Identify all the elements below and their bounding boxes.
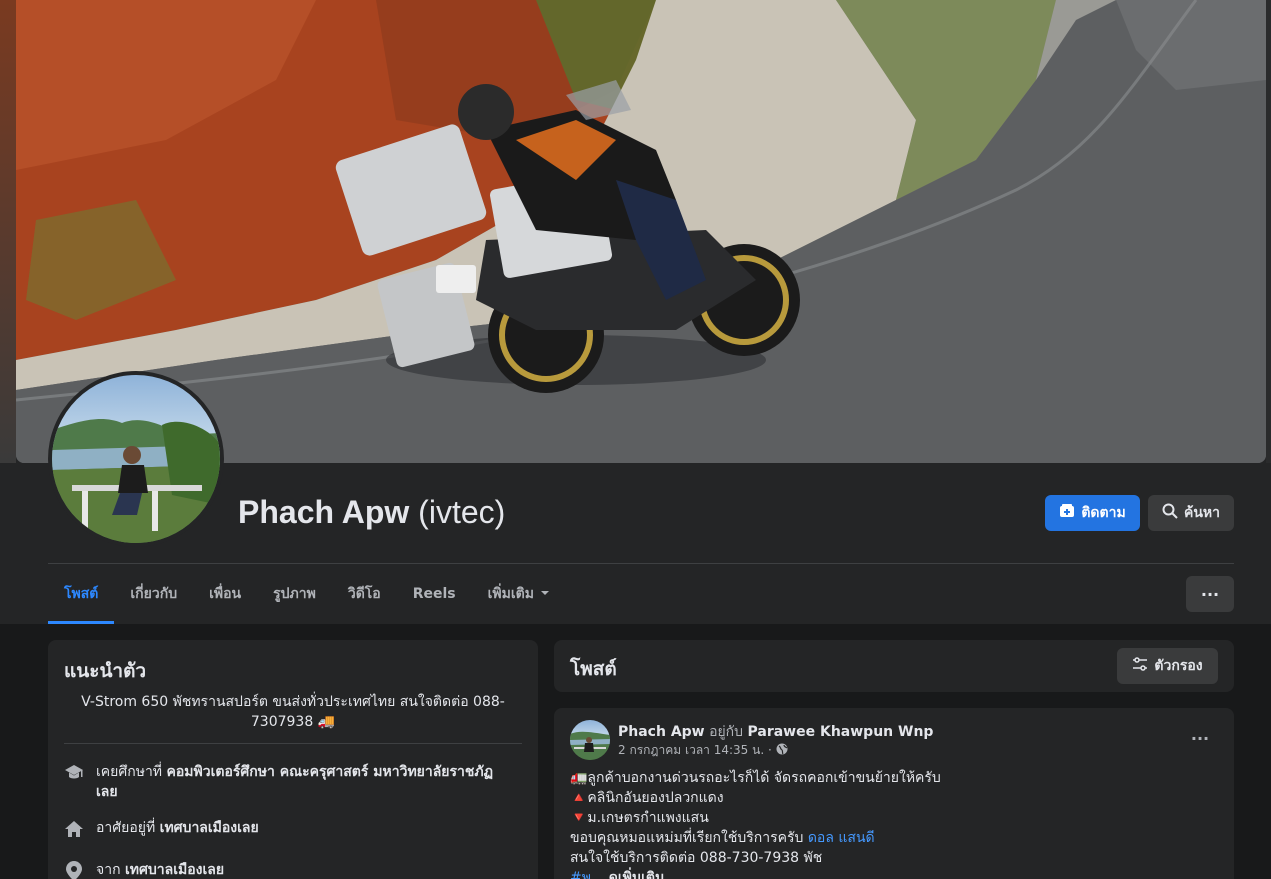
lives-prefix: อาศัยอยู่ที่	[96, 820, 156, 836]
post-author-avatar-image	[570, 731, 610, 760]
post-tagged-person[interactable]: Parawee Khawpun Wnp	[748, 724, 934, 740]
tab-label: โพสต์	[64, 586, 99, 602]
post-hashtag-link[interactable]: #พ...	[570, 870, 604, 879]
sliders-icon	[1132, 657, 1148, 675]
profile-tabs: โพสต์ เกี่ยวกับ เพื่อน รูปภาพ วิดีโอ Ree…	[48, 564, 566, 624]
post-line: 🚛ลูกค้าบอกงานด่วนรถอะไรก็ได้ จัดรถคอกเข้…	[570, 770, 941, 786]
filter-button[interactable]: ตัวกรอง	[1117, 648, 1218, 684]
tab-posts[interactable]: โพสต์	[48, 564, 115, 624]
tab-friends[interactable]: เพื่อน	[193, 564, 257, 624]
cover-photo[interactable]	[16, 0, 1266, 463]
tab-label: เกี่ยวกับ	[130, 586, 178, 602]
post-thanks-text: ขอบคุณหมอแหม่มที่เรียกใช้บริการครับ	[570, 830, 804, 846]
search-button[interactable]: ค้นหา	[1148, 495, 1234, 531]
cover-edge-left	[0, 0, 16, 463]
tab-reels[interactable]: Reels	[397, 564, 472, 624]
posts-header-card: โพสต์ ตัวกรอง	[554, 640, 1234, 692]
graduation-cap-icon	[64, 763, 84, 783]
intro-lives-row: อาศัยอยู่ที่ เทศบาลเมืองเลย	[64, 818, 504, 839]
post-line: 🔺คลินิกอันยองปลวกแดง	[570, 790, 724, 806]
post-timestamp[interactable]: 2 กรกฎาคม เวลา 14:35 น. ·	[618, 741, 772, 760]
cover-photo-illustration	[16, 0, 1266, 463]
search-label: ค้นหา	[1183, 505, 1221, 521]
follow-button[interactable]: ติดตาม	[1045, 495, 1140, 531]
see-more-link[interactable]: ดูเพิ่มเติม	[609, 870, 664, 879]
profile-more-options-button[interactable]: ···	[1186, 576, 1234, 612]
profile-picture[interactable]	[48, 371, 224, 547]
profile-name-alternate: (ivtec)	[418, 494, 506, 530]
profile-name-primary: Phach Apw	[238, 494, 410, 530]
intro-bio: V-Strom 650 พัชทรานสปอร์ต ขนส่งทั่วประเท…	[81, 694, 505, 730]
post-author-name[interactable]: Phach Apw	[618, 724, 705, 740]
tab-more[interactable]: เพิ่มเติม	[472, 564, 566, 624]
follow-label: ติดตาม	[1081, 505, 1126, 521]
profile-page: Phach Apw (ivtec) ติดตาม ค้นหา โพสต์ เกี…	[0, 0, 1271, 879]
post-author-line: Phach Apw อยู่กับ Parawee Khawpun Wnp	[618, 721, 933, 743]
education-prefix: เคยศึกษาที่	[96, 764, 163, 780]
ellipsis-icon: ···	[1200, 584, 1220, 604]
intro-divider	[64, 743, 522, 744]
globe-icon	[776, 743, 788, 758]
post-contact-line: สนใจใช้บริการติดต่อ 088-730-7938 พัช	[570, 850, 823, 866]
cover-edge-right	[1266, 0, 1271, 463]
post-line: 🔻ม.เกษตรกำแพงแสน	[570, 810, 709, 826]
from-link[interactable]: เทศบาลเมืองเลย	[125, 862, 224, 878]
from-prefix: จาก	[96, 862, 121, 878]
tab-about[interactable]: เกี่ยวกับ	[114, 564, 193, 624]
profile-header: Phach Apw (ivtec) ติดตาม ค้นหา โพสต์ เกี…	[0, 0, 1271, 624]
post-card: Phach Apw อยู่กับ Parawee Khawpun Wnp 2 …	[554, 708, 1234, 879]
profile-name: Phach Apw (ivtec)	[238, 494, 505, 531]
search-icon	[1162, 503, 1178, 523]
post-thanks-line: ขอบคุณหมอแหม่มที่เรียกใช้บริการครับ ดอล …	[570, 828, 1210, 848]
home-icon	[64, 819, 84, 839]
post-mention-link[interactable]: ดอล แสนดี	[808, 830, 875, 846]
intro-title: แนะนำตัว	[64, 660, 147, 682]
tab-photos[interactable]: รูปภาพ	[257, 564, 332, 624]
tab-videos[interactable]: วิดีโอ	[332, 564, 397, 624]
profile-picture-image	[52, 419, 220, 543]
post-author-avatar[interactable]	[570, 720, 610, 760]
posts-title: โพสต์	[570, 658, 617, 680]
lives-link[interactable]: เทศบาลเมืองเลย	[160, 820, 259, 836]
post-with-text: อยู่กับ	[709, 724, 744, 740]
location-pin-icon	[64, 861, 84, 879]
intro-card: แนะนำตัว V-Strom 650 พัชทรานสปอร์ต ขนส่ง…	[48, 640, 538, 879]
tab-label: Reels	[412, 586, 456, 602]
filter-label: ตัวกรอง	[1154, 658, 1203, 674]
tab-label: รูปภาพ	[273, 586, 316, 602]
intro-from-row: จาก เทศบาลเมืองเลย	[64, 860, 504, 879]
post-meta: 2 กรกฎาคม เวลา 14:35 น. ·	[618, 741, 788, 760]
follow-icon	[1059, 503, 1075, 523]
ellipsis-icon: ···	[1190, 728, 1210, 748]
intro-education-row: เคยศึกษาที่ คอมพิวเตอร์ศึกษา คณะครุศาสตร…	[64, 762, 504, 802]
caret-down-icon	[540, 586, 550, 602]
post-options-button[interactable]: ···	[1182, 722, 1218, 754]
tab-label: เพิ่มเติม	[487, 586, 534, 602]
post-body: 🚛ลูกค้าบอกงานด่วนรถอะไรก็ได้ จัดรถคอกเข้…	[570, 768, 1210, 879]
post-hashtag-line: #พ... ดูเพิ่มเติม	[570, 868, 1210, 879]
tab-label: เพื่อน	[209, 586, 242, 602]
tab-label: วิดีโอ	[347, 586, 381, 602]
